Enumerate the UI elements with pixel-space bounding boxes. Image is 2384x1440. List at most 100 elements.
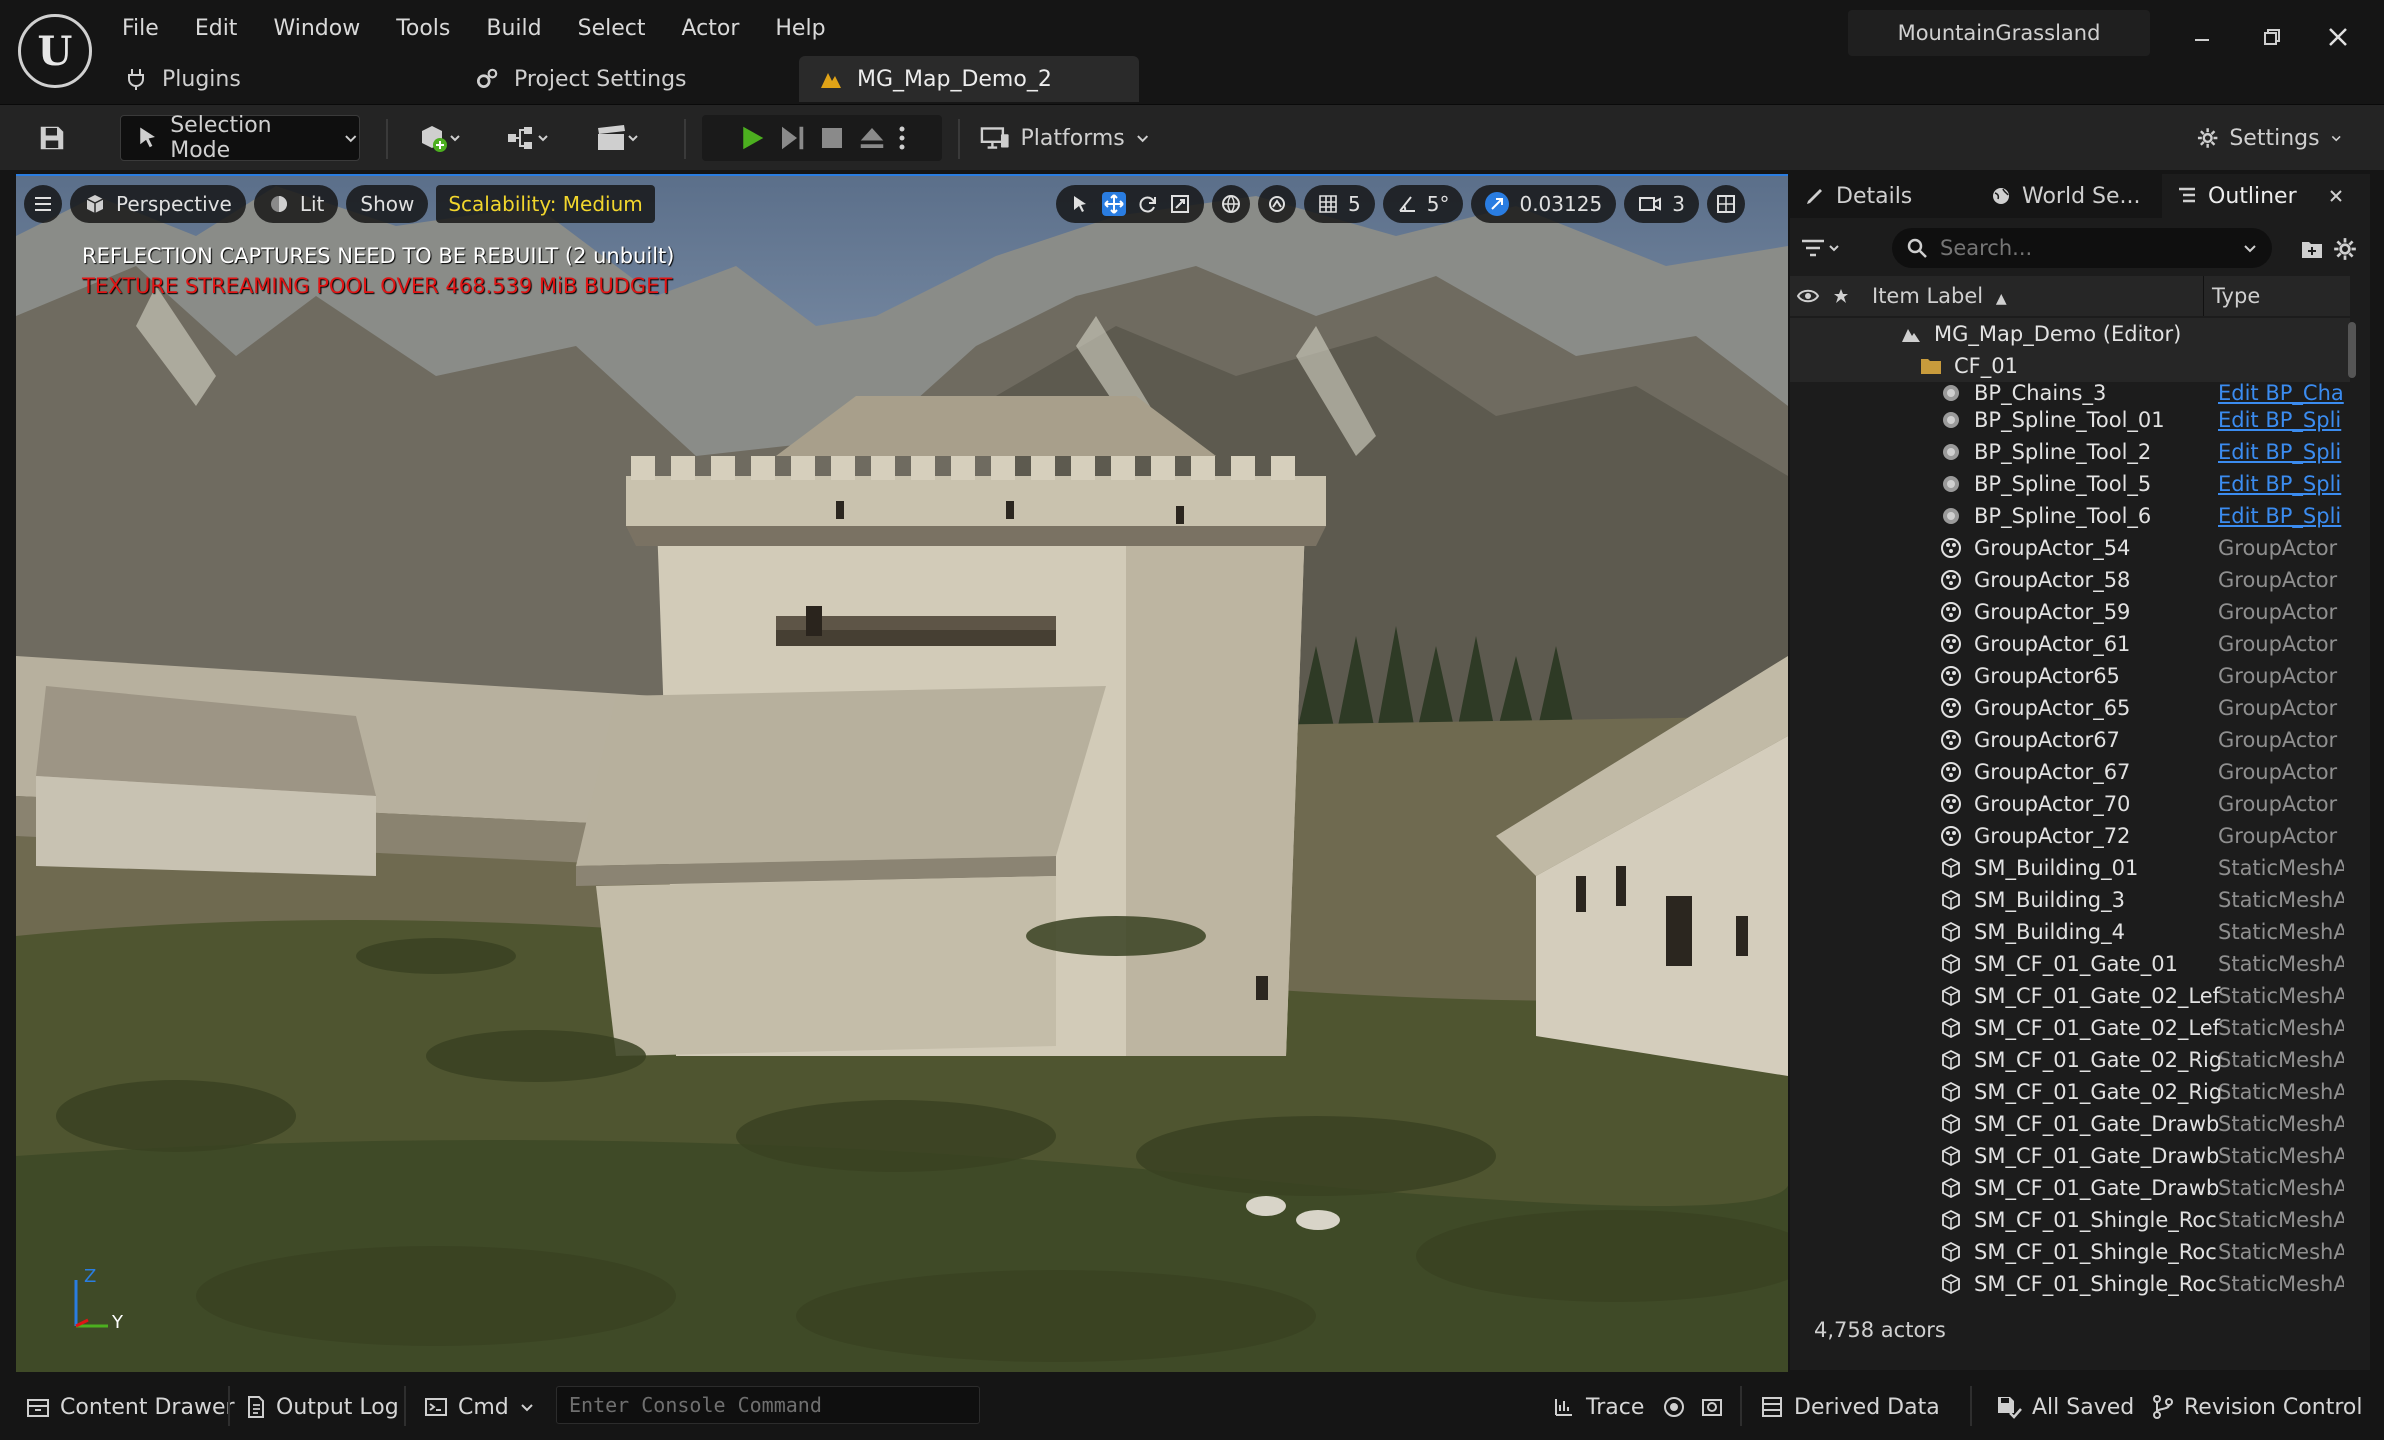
- visibility-column[interactable]: [1790, 288, 1826, 304]
- settings-button[interactable]: Settings: [2196, 115, 2342, 161]
- outliner-row[interactable]: SM_CF_01_Gate_02_Rig StaticMeshA: [1790, 1044, 2350, 1076]
- platforms-button[interactable]: Platforms: [980, 115, 1150, 161]
- menu-actor[interactable]: Actor: [664, 12, 758, 48]
- scale-icon[interactable]: [1170, 194, 1190, 214]
- menu-help[interactable]: Help: [757, 12, 843, 48]
- outliner-row[interactable]: BP_Spline_Tool_5 Edit BP_Spli: [1790, 468, 2350, 500]
- add-folder-icon[interactable]: [2300, 238, 2324, 260]
- viewport-menu-button[interactable]: [24, 185, 62, 223]
- outliner-row[interactable]: GroupActor_61 GroupActor: [1790, 628, 2350, 660]
- outliner-row[interactable]: MG_Map_Demo (Editor): [1790, 318, 2350, 350]
- cmd-dropdown[interactable]: Cmd: [424, 1384, 535, 1430]
- edit-blueprint-link[interactable]: Edit BP_Spli: [2218, 472, 2344, 496]
- tab-level-map[interactable]: MG_Map_Demo_2: [799, 56, 1139, 102]
- menu-tools[interactable]: Tools: [378, 12, 468, 48]
- outliner-row[interactable]: SM_Building_4 StaticMeshA: [1790, 916, 2350, 948]
- outliner-row[interactable]: BP_Spline_Tool_6 Edit BP_Spli: [1790, 500, 2350, 532]
- outliner-row[interactable]: CF_01: [1790, 350, 2350, 382]
- outliner-row[interactable]: BP_Spline_Tool_2 Edit BP_Spli: [1790, 436, 2350, 468]
- scale-snap-button[interactable]: 0.03125: [1471, 185, 1617, 223]
- selection-mode-dropdown[interactable]: Selection Mode: [120, 113, 360, 163]
- outliner-row[interactable]: GroupActor_54 GroupActor: [1790, 532, 2350, 564]
- tab-plugins[interactable]: Plugins: [104, 56, 454, 102]
- menu-file[interactable]: File: [104, 12, 177, 48]
- edit-blueprint-link[interactable]: Edit BP_Spli: [2218, 440, 2344, 464]
- outliner-row[interactable]: GroupActor_58 GroupActor: [1790, 564, 2350, 596]
- grid-snap-button[interactable]: 5: [1304, 185, 1375, 223]
- rotate-icon[interactable]: [1138, 194, 1158, 214]
- stop-icon[interactable]: [817, 123, 847, 153]
- chevron-down-icon[interactable]: [2242, 240, 2258, 256]
- outliner-row[interactable]: SM_CF_01_Gate_Drawb StaticMeshA: [1790, 1140, 2350, 1172]
- type-column[interactable]: Type: [2204, 284, 2260, 308]
- play-icon[interactable]: [737, 123, 767, 153]
- outliner-row[interactable]: GroupActor_72 GroupActor: [1790, 820, 2350, 852]
- step-icon[interactable]: [777, 123, 807, 153]
- menu-build[interactable]: Build: [468, 12, 559, 48]
- level-viewport[interactable]: Perspective Lit Show Scalability: Medium: [16, 174, 1788, 1372]
- filter-icon[interactable]: [1800, 236, 1844, 260]
- gear-icon[interactable]: [2332, 236, 2358, 262]
- derived-data-button[interactable]: Derived Data: [1760, 1384, 1940, 1430]
- outliner-row[interactable]: GroupActor67 GroupActor: [1790, 724, 2350, 756]
- menu-select[interactable]: Select: [560, 12, 664, 48]
- edit-blueprint-link[interactable]: Edit BP_Spli: [2218, 408, 2344, 432]
- outliner-row[interactable]: GroupActor_59 GroupActor: [1790, 596, 2350, 628]
- screenshot-button[interactable]: [1700, 1384, 1724, 1430]
- outliner-search-input[interactable]: [1940, 236, 2230, 260]
- minimize-button[interactable]: [2172, 14, 2232, 60]
- outliner-row[interactable]: BP_Chains_3 Edit BP_Cha: [1790, 381, 2350, 405]
- scalability-indicator[interactable]: Scalability: Medium: [436, 185, 655, 223]
- outliner-row[interactable]: SM_CF_01_Gate_01 StaticMeshA: [1790, 948, 2350, 980]
- viewport-layout-button[interactable]: [1706, 185, 1745, 223]
- menu-window[interactable]: Window: [255, 12, 378, 48]
- view-mode-button[interactable]: Lit: [253, 185, 339, 223]
- tab-details[interactable]: Details: [1790, 174, 1976, 218]
- pin-column[interactable]: [1826, 288, 1856, 304]
- restore-button[interactable]: [2242, 14, 2302, 60]
- show-flags-button[interactable]: Show: [346, 185, 429, 223]
- outliner-row[interactable]: SM_CF_01_Shingle_RocStaticMeshA: [1790, 1236, 2350, 1268]
- outliner-row[interactable]: SM_CF_01_Gate_Drawb StaticMeshA: [1790, 1108, 2350, 1140]
- outliner-row[interactable]: GroupActor65 GroupActor: [1790, 660, 2350, 692]
- more-options-icon[interactable]: [897, 123, 907, 153]
- trace-button[interactable]: Trace: [1552, 1384, 1644, 1430]
- item-label-column[interactable]: Item Label ▲: [1856, 276, 2204, 316]
- camera-speed-button[interactable]: 3: [1624, 185, 1699, 223]
- outliner-row[interactable]: SM_Building_3 StaticMeshA: [1790, 884, 2350, 916]
- eject-icon[interactable]: [857, 123, 887, 153]
- edit-blueprint-link[interactable]: Edit BP_Spli: [2218, 504, 2344, 528]
- outliner-row[interactable]: SM_Building_01 StaticMeshA: [1790, 852, 2350, 884]
- content-drawer-button[interactable]: Content Drawer: [26, 1384, 235, 1430]
- outliner-row[interactable]: SM_CF_01_Gate_Drawb StaticMeshA: [1790, 1172, 2350, 1204]
- add-actor-button[interactable]: [408, 115, 472, 161]
- output-log-button[interactable]: Output Log: [246, 1384, 399, 1430]
- outliner-row[interactable]: SM_CF_01_Gate_02_Rig StaticMeshA: [1790, 1076, 2350, 1108]
- tab-project-settings[interactable]: Project Settings: [454, 56, 799, 102]
- outliner-row[interactable]: GroupActor_65 GroupActor: [1790, 692, 2350, 724]
- cinematics-button[interactable]: [586, 115, 650, 161]
- outliner-row[interactable]: SM_CF_01_Shingle_RocStaticMeshA: [1790, 1204, 2350, 1236]
- record-button[interactable]: [1662, 1384, 1686, 1430]
- world-local-toggle[interactable]: [1212, 185, 1250, 223]
- select-arrow-icon[interactable]: [1070, 194, 1090, 214]
- blueprints-button[interactable]: [496, 115, 560, 161]
- outliner-scrollbar[interactable]: [2348, 322, 2356, 378]
- outliner-row[interactable]: SM_CF_01_Gate_02_Lef StaticMeshA: [1790, 980, 2350, 1012]
- outliner-row[interactable]: BP_Spline_Tool_01 Edit BP_Spli: [1790, 404, 2350, 436]
- outliner-row[interactable]: SM_CF_01_Shingle_RocStaticMeshA: [1790, 1268, 2350, 1300]
- console-command-input[interactable]: Enter Console Command: [556, 1386, 980, 1424]
- edit-blueprint-link[interactable]: Edit BP_Cha: [2218, 381, 2344, 405]
- tab-outliner[interactable]: Outliner: [2162, 174, 2370, 218]
- revision-control-button[interactable]: Revision Control: [2152, 1384, 2362, 1430]
- save-status-button[interactable]: All Saved: [1996, 1384, 2134, 1430]
- close-tab-icon[interactable]: [2329, 189, 2343, 203]
- rotation-snap-button[interactable]: 5°: [1382, 185, 1464, 223]
- outliner-row[interactable]: SM_CF_01_Gate_02_Lef StaticMeshA: [1790, 1012, 2350, 1044]
- move-icon[interactable]: [1102, 192, 1126, 216]
- outliner-row[interactable]: GroupActor_70 GroupActor: [1790, 788, 2350, 820]
- perspective-button[interactable]: Perspective: [70, 185, 246, 223]
- outliner-row[interactable]: SM_CF_01_Shingle_RocStaticMeshA: [1790, 1300, 2350, 1302]
- menu-edit[interactable]: Edit: [177, 12, 256, 48]
- tab-world-settings[interactable]: World Se...: [1976, 174, 2162, 218]
